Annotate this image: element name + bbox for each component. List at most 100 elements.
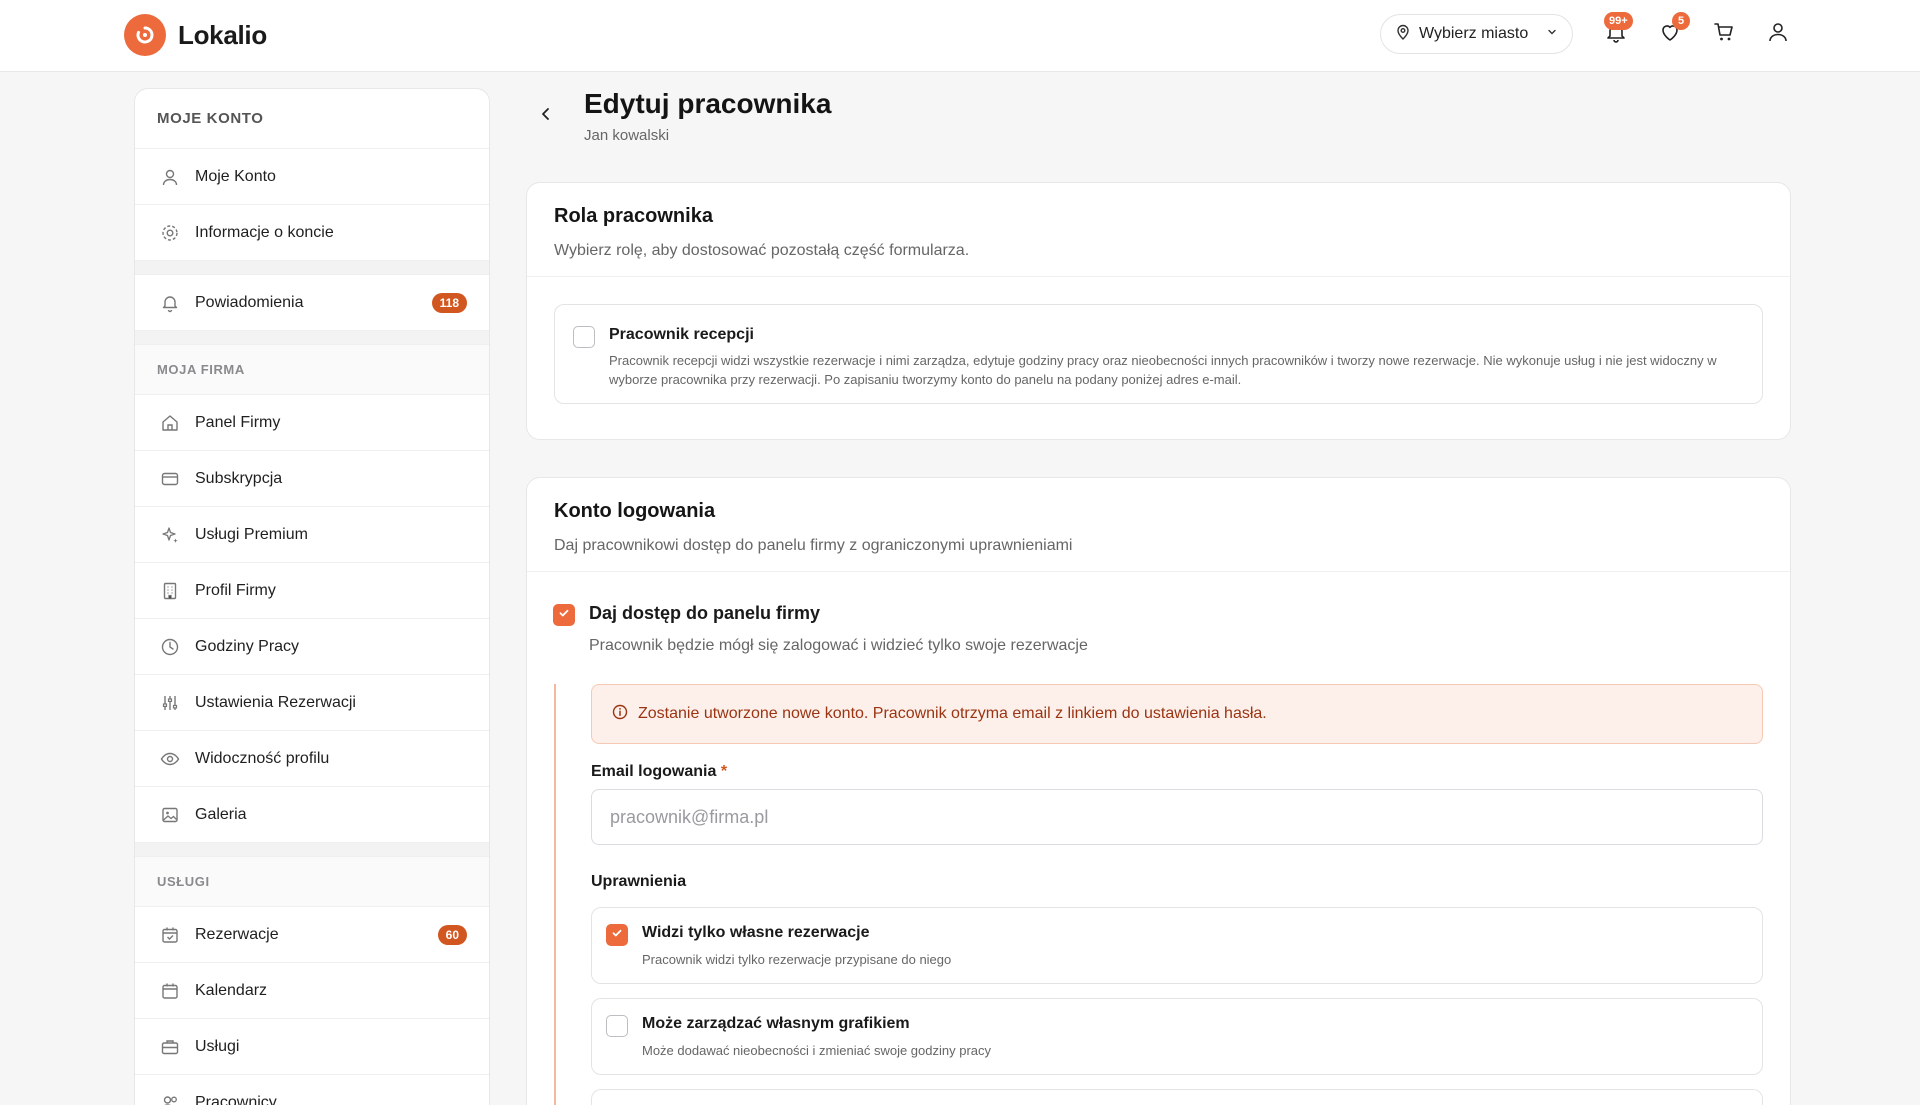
- login-card-description: Daj pracownikowi dostęp do panelu firmy …: [554, 537, 1073, 554]
- sidebar-item-profile-visibility[interactable]: Widoczność profilu: [135, 731, 489, 787]
- briefcase-icon: [159, 1036, 181, 1058]
- sidebar-item-services[interactable]: Usługi: [135, 1019, 489, 1075]
- map-pin-icon: [1395, 24, 1411, 45]
- credit-card-icon: [159, 468, 181, 490]
- permission-title: Może zarządzać własnym grafikiem: [642, 1015, 910, 1032]
- reception-role-checkbox[interactable]: [573, 326, 595, 348]
- role-card-title: Rola pracownika: [554, 205, 713, 227]
- chevron-down-icon: [1546, 25, 1558, 43]
- role-option-title: Pracownik recepcji: [609, 326, 754, 343]
- cart-icon: [1712, 20, 1736, 49]
- check-icon: [558, 606, 570, 624]
- role-option-description: Pracownik recepcji widzi wszystkie rezer…: [609, 353, 1717, 387]
- alert-text: Zostanie utworzone nowe konto. Pracownik…: [638, 705, 1267, 722]
- new-account-alert: Zostanie utworzone nowe konto. Pracownik…: [591, 684, 1763, 744]
- sidebar-divider: [135, 261, 489, 275]
- sidebar-item-calendar[interactable]: Kalendarz: [135, 963, 489, 1019]
- permissions-label: Uprawnienia: [591, 873, 687, 890]
- calendar-icon: [159, 980, 181, 1002]
- sidebar-item-notifications[interactable]: Powiadomienia 118: [135, 275, 489, 331]
- sidebar-item-label: Galeria: [195, 805, 247, 823]
- panel-access-title: Daj dostęp do panelu firmy: [589, 603, 821, 623]
- favorites-badge: 5: [1672, 12, 1690, 30]
- sidebar-item-company-panel[interactable]: Panel Firmy: [135, 395, 489, 451]
- permission-description: Pracownik widzi tylko rezerwacje przypis…: [642, 952, 952, 967]
- sidebar-item-company-profile[interactable]: Profil Firmy: [135, 563, 489, 619]
- sidebar-item-label: Godziny Pracy: [195, 637, 300, 655]
- sidebar-item-label: Subskrypcja: [195, 469, 283, 487]
- account-sidebar: MOJE KONTO Moje Konto Informacje o konci…: [134, 88, 490, 1105]
- brand-logo[interactable]: Lokalio: [124, 14, 267, 56]
- sidebar-item-label: Usługi Premium: [195, 525, 308, 543]
- sidebar-item-working-hours[interactable]: Godziny Pracy: [135, 619, 489, 675]
- city-select-label: Wybierz miasto: [1419, 25, 1529, 42]
- email-field-label: Email logowania *: [591, 763, 727, 781]
- notifications-button[interactable]: 99+: [1602, 12, 1633, 48]
- sidebar-item-label: Profil Firmy: [195, 581, 276, 599]
- eye-icon: [159, 748, 181, 770]
- user-icon: [1766, 20, 1790, 49]
- role-option-reception[interactable]: Pracownik recepcji Pracownik recepcji wi…: [554, 304, 1763, 404]
- sidebar-item-booking-settings[interactable]: Ustawienia Rezerwacji: [135, 675, 489, 731]
- sidebar-item-subscription[interactable]: Subskrypcja: [135, 451, 489, 507]
- manage-schedule-checkbox[interactable]: [606, 1015, 628, 1037]
- role-card-header: Rola pracownika Wybierz rolę, aby dostos…: [527, 183, 1790, 277]
- sidebar-item-my-account[interactable]: Moje Konto: [135, 149, 489, 205]
- email-label-text: Email logowania: [591, 763, 717, 780]
- permission-title: Widzi tylko własne rezerwacje: [642, 924, 870, 941]
- account-button[interactable]: [1764, 20, 1792, 48]
- sliders-icon: [159, 692, 181, 714]
- sidebar-item-label: Informacje o koncie: [195, 223, 334, 241]
- brand-name: Lokalio: [178, 19, 267, 50]
- city-select[interactable]: Wybierz miasto: [1380, 14, 1573, 54]
- sidebar-item-premium-services[interactable]: Usługi Premium: [135, 507, 489, 563]
- gear-icon: [159, 222, 181, 244]
- sidebar-item-label: Moje Konto: [195, 167, 276, 185]
- sidebar-item-gallery[interactable]: Galeria: [135, 787, 489, 843]
- own-reservations-checkbox[interactable]: [606, 924, 628, 946]
- sidebar-title: MOJE KONTO: [135, 89, 489, 149]
- panel-access-checkbox[interactable]: [553, 604, 575, 626]
- permission-manage-schedule[interactable]: Może zarządzać własnym grafikiem Może do…: [591, 998, 1763, 1075]
- sidebar-item-label: Kalendarz: [195, 981, 268, 999]
- sidebar-item-label: Panel Firmy: [195, 413, 281, 431]
- sidebar-item-label: Powiadomienia: [195, 293, 304, 311]
- sidebar-item-employees[interactable]: Pracownicy: [135, 1075, 489, 1105]
- nested-section-line: [554, 684, 556, 1105]
- login-card-title: Konto logowania: [554, 500, 716, 522]
- users-icon: [159, 1092, 181, 1105]
- sidebar-item-account-info[interactable]: Informacje o koncie: [135, 205, 489, 261]
- notifications-count-badge: 118: [431, 292, 467, 313]
- login-card-header: Konto logowania Daj pracownikowi dostęp …: [527, 478, 1790, 572]
- sidebar-section-company: MOJA FIRMA: [135, 345, 489, 395]
- email-input[interactable]: [591, 789, 1763, 845]
- permission-description: Może dodawać nieobecności i zmieniać swo…: [642, 1043, 992, 1058]
- sidebar-item-label: Widoczność profilu: [195, 749, 330, 767]
- sidebar-item-label: Pracownicy: [195, 1093, 277, 1105]
- role-card-description: Wybierz rolę, aby dostosować pozostałą c…: [554, 242, 970, 259]
- sidebar-item-label: Usługi: [195, 1037, 240, 1055]
- permission-own-reservations[interactable]: Widzi tylko własne rezerwacje Pracownik …: [591, 907, 1763, 984]
- top-header: Lokalio Wybierz miasto 99+ 5: [0, 0, 1920, 72]
- sparkles-icon: [159, 524, 181, 546]
- page-subtitle: Jan kowalski: [584, 127, 670, 144]
- sidebar-divider: [135, 843, 489, 857]
- check-icon: [611, 926, 623, 944]
- page-title: Edytuj pracownika: [584, 88, 832, 119]
- reservations-count-badge: 60: [437, 924, 467, 945]
- user-icon: [159, 166, 181, 188]
- image-icon: [159, 804, 181, 826]
- cart-button[interactable]: [1710, 20, 1738, 48]
- clock-icon: [159, 636, 181, 658]
- back-button[interactable]: [534, 104, 558, 128]
- sidebar-item-label: Ustawienia Rezerwacji: [195, 693, 356, 711]
- bell-icon: [159, 292, 181, 314]
- favorites-button[interactable]: 5: [1656, 12, 1690, 48]
- sidebar-section-services: USŁUGI: [135, 857, 489, 907]
- sidebar-item-label: Rezerwacje: [195, 925, 279, 943]
- chevron-left-icon: [538, 106, 554, 127]
- permission-next-option[interactable]: [591, 1089, 1763, 1105]
- logo-mark-icon: [124, 14, 166, 56]
- sidebar-item-reservations[interactable]: Rezerwacje 60: [135, 907, 489, 963]
- sidebar-divider: [135, 331, 489, 345]
